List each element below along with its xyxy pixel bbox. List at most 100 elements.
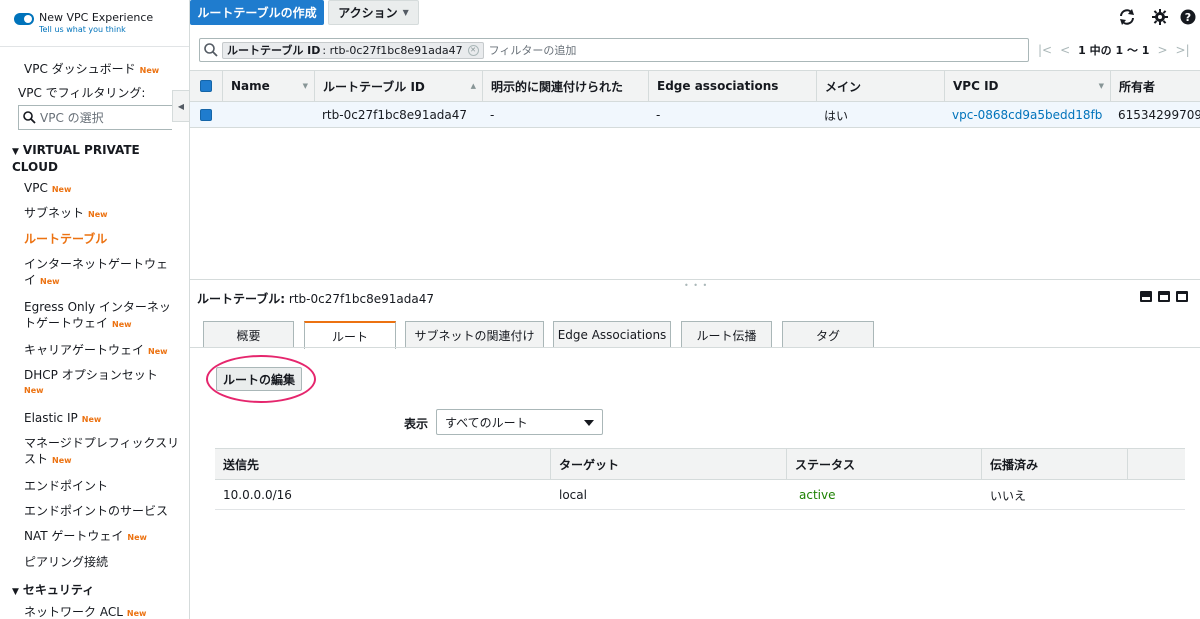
feedback-link[interactable]: Tell us what you think (39, 25, 153, 34)
tab-routes[interactable]: ルート (304, 321, 396, 349)
search-icon (204, 43, 218, 57)
cell-status: active (799, 488, 836, 502)
last-page-icon[interactable]: >| (1176, 43, 1190, 57)
column-header-main[interactable]: メイン (816, 71, 944, 101)
section-security[interactable]: ▼ セキュリティ (12, 583, 182, 600)
sidebar-item-subnets[interactable]: サブネット New (24, 205, 184, 223)
row-checkbox[interactable] (200, 102, 212, 128)
tab-tags[interactable]: タグ (782, 321, 874, 348)
sidebar-item-route-tables[interactable]: ルートテーブル (24, 231, 184, 247)
help-icon[interactable]: ? (1179, 8, 1197, 26)
tab-summary[interactable]: 概要 (203, 321, 294, 348)
actions-label: アクション (338, 6, 398, 20)
pagination-text: 1 中の 1 〜 1 (1078, 44, 1150, 57)
cell-owner: 615342997092 (1118, 108, 1200, 122)
pane-divider[interactable] (190, 279, 1200, 280)
sidebar-item-dhcp[interactable]: DHCP オプションセット New (24, 367, 164, 399)
section-vpc[interactable]: ▼ VIRTUAL PRIVATE CLOUD (12, 143, 182, 175)
sidebar-item-label: マネージドプレフィックスリスト (24, 436, 180, 466)
column-header-owner[interactable]: 所有者 (1110, 71, 1200, 101)
table-row[interactable]: rtb-0c27f1bc8e91ada47 - - はい vpc-0868cd9… (190, 102, 1200, 128)
layout-split-icon[interactable] (1158, 291, 1170, 302)
close-icon[interactable]: ✕ (467, 44, 479, 56)
cell-target: local (559, 488, 587, 502)
next-page-icon[interactable]: > (1157, 43, 1167, 57)
layout-bottom-icon[interactable] (1140, 291, 1152, 302)
sidebar-item-network-acl[interactable]: ネットワーク ACL New (24, 604, 184, 619)
sidebar: New VPC Experience Tell us what you thin… (0, 0, 190, 619)
vpc-select-input[interactable]: VPC の選択 (18, 105, 172, 130)
refresh-icon[interactable] (1118, 8, 1136, 26)
triangle-down-icon: ▼ (12, 587, 19, 597)
new-badge: New (24, 386, 44, 395)
new-badge: New (52, 456, 72, 465)
column-header-explicit[interactable]: 明示的に関連付けられた (482, 71, 648, 101)
section-label: VIRTUAL PRIVATE CLOUD (12, 143, 140, 174)
column-header-edge[interactable]: Edge associations (648, 71, 816, 101)
sidebar-item-prefix-lists[interactable]: マネージドプレフィックスリスト New (24, 435, 180, 469)
chevron-down-icon (584, 420, 594, 426)
sidebar-item-egress-only[interactable]: Egress Only インターネットゲートウェイ New (24, 299, 180, 333)
pagination: |< < 1 中の 1 〜 1 > >| (1038, 42, 1190, 58)
select-all-checkbox[interactable] (190, 71, 222, 101)
cell-propagated: いいえ (990, 488, 1027, 503)
column-header-vpc-id[interactable]: VPC ID ▼ (944, 71, 1110, 101)
toggle-switch[interactable] (14, 13, 34, 25)
sidebar-item-label: ルートテーブル (24, 232, 108, 246)
divider (0, 46, 189, 47)
sidebar-item-internet-gateways[interactable]: インターネットゲートウェイ New (24, 256, 172, 290)
resize-grip-icon[interactable]: • • • (684, 281, 708, 290)
collapse-sidebar-button[interactable]: ◀ (172, 90, 189, 122)
route-filter-select[interactable]: すべてのルート (436, 409, 603, 435)
sidebar-item-label: ネットワーク ACL (24, 605, 123, 619)
cell-vpc-id-link[interactable]: vpc-0868cd9a5bedd18fb | ... (952, 102, 1106, 128)
tab-subnet-associations[interactable]: サブネットの関連付け (405, 321, 544, 348)
new-vpc-experience[interactable]: New VPC Experience Tell us what you thin… (14, 11, 153, 34)
sidebar-item-label: Elastic IP (24, 411, 78, 425)
triangle-down-icon: ▼ (12, 147, 19, 157)
new-badge: New (148, 347, 168, 356)
sidebar-item-vpc[interactable]: VPC New (24, 180, 184, 198)
sidebar-item-endpoint-services[interactable]: エンドポイントのサービス (24, 503, 184, 519)
column-label: VPC ID (953, 79, 999, 93)
filter-chip-key: ルートテーブル ID (227, 44, 321, 57)
create-route-table-button[interactable]: ルートテーブルの作成 (190, 0, 324, 25)
filter-bar[interactable]: ルートテーブル ID : rtb-0c27f1bc8e91ada47 ✕ フィル… (199, 38, 1029, 62)
detail-title-label: ルートテーブル: (197, 292, 286, 306)
sidebar-item-peering[interactable]: ピアリング接続 (24, 554, 184, 570)
filter-chip[interactable]: ルートテーブル ID : rtb-0c27f1bc8e91ada47 ✕ (222, 41, 484, 59)
first-page-icon[interactable]: |< (1038, 43, 1052, 57)
sidebar-item-elastic-ip[interactable]: Elastic IP New (24, 410, 184, 428)
chevron-down-icon: ▼ (402, 8, 409, 17)
column-label: 所有者 (1119, 79, 1156, 94)
tab-edge-associations[interactable]: Edge Associations (553, 321, 671, 348)
checkbox[interactable] (200, 109, 212, 121)
gear-icon[interactable] (1151, 8, 1169, 26)
column-header-destination[interactable]: 送信先 (215, 449, 550, 479)
new-badge: New (139, 66, 160, 75)
column-header-status[interactable]: ステータス (786, 449, 981, 479)
column-header-name[interactable]: Name ▼ (222, 71, 314, 101)
layout-full-icon[interactable] (1176, 291, 1188, 302)
tab-route-propagation[interactable]: ルート伝播 (681, 321, 772, 348)
column-header-route-table-id[interactable]: ルートテーブル ID ▲ (314, 71, 482, 101)
sidebar-item-label: VPC ダッシュボード (24, 62, 136, 76)
sidebar-item-carrier-gateways[interactable]: キャリアゲートウェイ New (24, 342, 184, 360)
new-badge: New (88, 210, 108, 219)
column-header-propagated[interactable]: 伝播済み (981, 449, 1127, 479)
sidebar-item-nat-gateways[interactable]: NAT ゲートウェイ New (24, 528, 184, 546)
sort-caret-icon: ▲ (470, 82, 476, 90)
new-badge: New (81, 415, 102, 424)
sidebar-item-endpoints[interactable]: エンドポイント (24, 478, 184, 494)
filter-placeholder[interactable]: フィルターの追加 (489, 42, 577, 58)
sidebar-item-dashboard[interactable]: VPC ダッシュボード New (24, 61, 184, 79)
actions-dropdown[interactable]: アクション ▼ (328, 0, 419, 25)
layout-toggle (1140, 291, 1188, 302)
column-header-target[interactable]: ターゲット (550, 449, 786, 479)
checkbox[interactable] (200, 80, 212, 92)
svg-text:?: ? (1185, 11, 1191, 24)
previous-page-icon[interactable]: < (1060, 43, 1070, 57)
vpc-select-placeholder: VPC の選択 (40, 111, 104, 125)
highlight-ellipse (206, 355, 316, 403)
routes-table-header: 送信先 ターゲット ステータス 伝播済み (215, 448, 1185, 480)
